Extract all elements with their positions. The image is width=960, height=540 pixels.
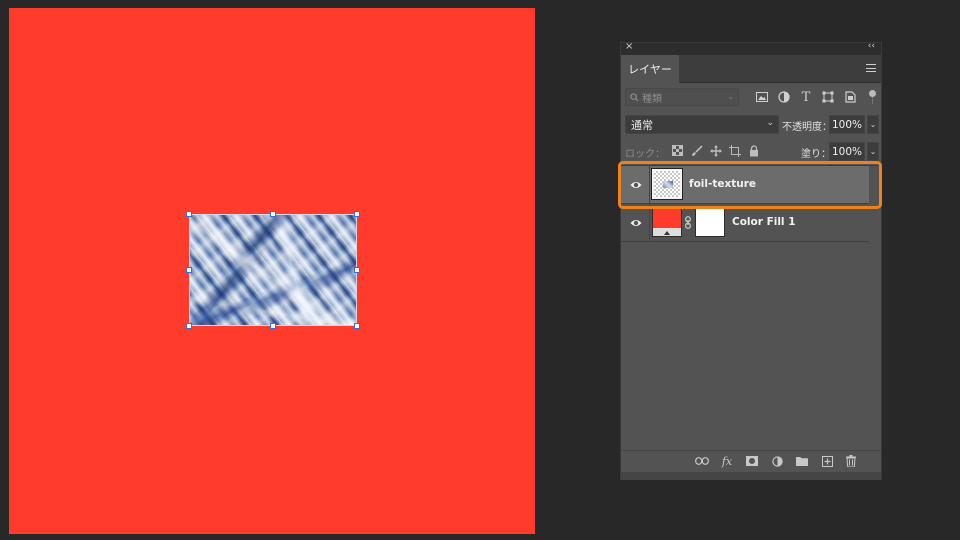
adjustment-filter-icon[interactable] <box>777 90 791 104</box>
selected-layer-highlight <box>618 161 882 209</box>
filter-kind-select[interactable]: 種類 ⌄ <box>625 88 739 106</box>
fill-input[interactable]: 100% <box>829 142 865 161</box>
foil-texture-layer-content[interactable] <box>186 211 360 329</box>
panel-tab-row: レイヤー <box>621 55 881 83</box>
adjustment-layer-icon[interactable] <box>769 454 785 468</box>
tab-layers[interactable]: レイヤー <box>621 55 679 83</box>
layer-row-color-fill[interactable]: Color Fill 1 <box>621 204 869 242</box>
add-mask-icon[interactable] <box>744 454 760 468</box>
transform-handle-top[interactable] <box>270 211 276 217</box>
transform-handle-bottom-right[interactable] <box>354 323 360 329</box>
blend-opacity-row: 通常 ⌄ 不透明度： 100% ⌄ <box>625 115 879 135</box>
transform-handle-top-right[interactable] <box>354 211 360 217</box>
blend-mode-select[interactable]: 通常 ⌄ <box>625 115 779 134</box>
panel-footer <box>621 472 881 480</box>
search-icon <box>630 92 639 102</box>
lock-transparent-pixels-icon[interactable] <box>671 144 684 157</box>
transform-handle-top-left[interactable] <box>186 211 192 217</box>
chevron-down-icon: ⌄ <box>727 92 734 101</box>
type-filter-icon[interactable]: T <box>799 90 813 105</box>
lock-artboard-icon[interactable] <box>728 144 741 157</box>
transform-handle-right[interactable] <box>354 267 360 273</box>
photoshop-window: × ‹‹ レイヤー 種類 ⌄ T 通常 ⌄ 不透明度： 100% ⌄ ロック： … <box>0 0 960 540</box>
transform-handle-bottom-left[interactable] <box>186 323 192 329</box>
filter-toggle-switch[interactable] <box>868 90 876 104</box>
lock-position-icon[interactable] <box>709 144 722 157</box>
layer-filter-row: 種類 ⌄ T <box>625 88 877 108</box>
opacity-label: 不透明度： <box>782 122 832 133</box>
fill-thumbnail-indicator <box>664 231 670 235</box>
visibility-divider <box>649 204 650 242</box>
new-layer-icon[interactable] <box>819 454 835 468</box>
transform-handle-left[interactable] <box>186 267 192 273</box>
fill-label: 塗り： <box>801 149 831 160</box>
new-group-icon[interactable] <box>794 454 810 468</box>
lock-label: ロック： <box>625 149 665 160</box>
transform-bounding-box <box>189 214 357 326</box>
transform-handle-bottom[interactable] <box>270 323 276 329</box>
opacity-dropdown-button[interactable]: ⌄ <box>867 115 879 134</box>
chevron-down-icon: ⌄ <box>766 118 774 128</box>
layers-bottom-bar: fx <box>621 450 881 472</box>
document-canvas[interactable] <box>9 8 535 534</box>
layers-panel: × ‹‹ レイヤー 種類 ⌄ T 通常 ⌄ 不透明度： 100% ⌄ ロック： … <box>620 41 882 480</box>
layer-name[interactable]: Color Fill 1 <box>732 216 796 228</box>
collapse-icon[interactable]: ‹‹ <box>868 41 875 51</box>
fill-dropdown-button[interactable]: ⌄ <box>867 142 879 161</box>
delete-icon[interactable] <box>843 454 859 468</box>
color-fill-thumbnail[interactable] <box>652 207 682 237</box>
opacity-input[interactable]: 100% <box>829 115 865 134</box>
layer-mask-thumbnail[interactable] <box>695 207 725 237</box>
link-mask-icon[interactable] <box>685 216 691 229</box>
lock-fill-row: ロック： 塗り： 100% ⌄ <box>625 142 879 162</box>
panel-title-bar: × ‹‹ <box>621 41 881 55</box>
smart-object-filter-icon[interactable] <box>843 90 857 104</box>
panel-menu-icon[interactable] <box>865 62 877 74</box>
eye-icon[interactable] <box>630 217 642 229</box>
lock-image-pixels-icon[interactable] <box>690 144 703 157</box>
blend-mode-value: 通常 <box>631 118 653 132</box>
lock-all-icon[interactable] <box>747 144 760 157</box>
link-layers-icon[interactable] <box>694 454 710 468</box>
filter-kind-label: 種類 <box>642 93 662 105</box>
shape-filter-icon[interactable] <box>821 90 835 104</box>
fx-icon[interactable]: fx <box>719 454 735 468</box>
image-filter-icon[interactable] <box>755 90 769 104</box>
close-icon[interactable]: × <box>625 41 633 52</box>
